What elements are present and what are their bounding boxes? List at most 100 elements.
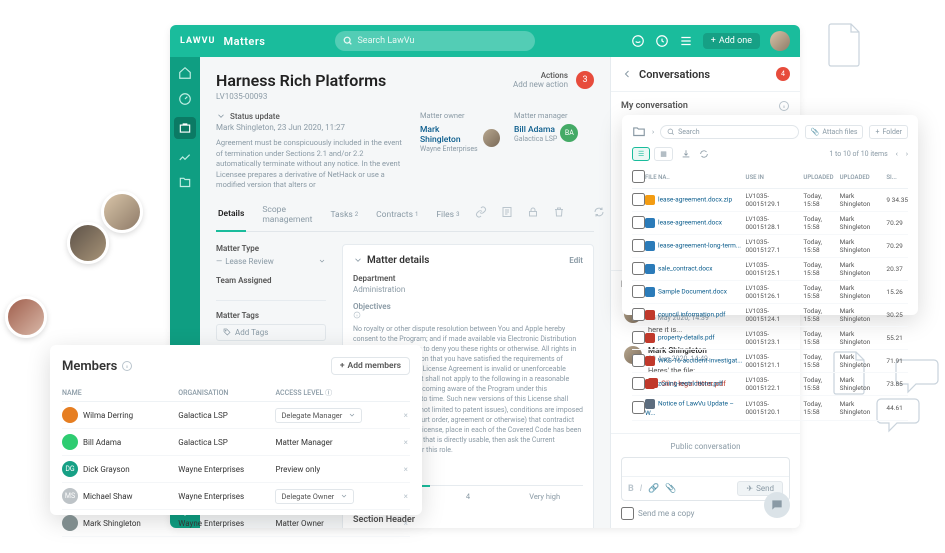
refresh-icon[interactable] bbox=[699, 149, 709, 159]
file-row[interactable]: Sample Document.docx LV1035-00015126.1To… bbox=[632, 281, 908, 304]
trash-icon[interactable] bbox=[553, 205, 565, 219]
file-name: sale_contract.docx bbox=[658, 265, 713, 273]
access-level: Matter Manager bbox=[275, 438, 332, 447]
new-folder-button[interactable]: + Folder bbox=[869, 125, 908, 139]
chevron-left-icon[interactable] bbox=[621, 68, 633, 80]
files-search[interactable]: Search bbox=[660, 125, 799, 139]
nav-analytics-icon[interactable] bbox=[177, 149, 193, 165]
file-ref: LV1035-00015127.1 bbox=[746, 235, 804, 258]
remove-member-icon[interactable]: × bbox=[404, 483, 410, 510]
file-by: Mark Shingleton bbox=[840, 235, 887, 258]
nav-files-icon[interactable] bbox=[177, 175, 193, 191]
file-row[interactable]: council information.pdf LV1035-00015124.… bbox=[632, 304, 908, 327]
tag-icon bbox=[223, 328, 231, 336]
file-checkbox[interactable] bbox=[632, 377, 645, 390]
team-value[interactable] bbox=[216, 289, 326, 301]
file-by: Mark Shingleton bbox=[840, 373, 887, 396]
member-name[interactable]: Mark Shingleton bbox=[83, 519, 141, 528]
file-checkbox[interactable] bbox=[632, 331, 645, 344]
tab-files[interactable]: Files3 bbox=[434, 205, 461, 231]
info-icon[interactable] bbox=[778, 100, 790, 112]
reply-input[interactable]: B I 🔗 📎 ✈Send bbox=[621, 457, 790, 501]
file-checkbox[interactable] bbox=[632, 354, 645, 367]
file-row[interactable]: lease-agreement-long-term... LV1035-0001… bbox=[632, 235, 908, 258]
remove-member-icon[interactable]: × bbox=[404, 510, 410, 537]
member-name[interactable]: Michael Shaw bbox=[83, 492, 133, 501]
member-name[interactable]: Wilma Derring bbox=[83, 411, 133, 420]
file-by: Mark Shingleton bbox=[840, 212, 887, 235]
file-checkbox[interactable] bbox=[632, 308, 645, 321]
file-checkbox[interactable] bbox=[632, 285, 645, 298]
info-icon[interactable] bbox=[121, 360, 133, 372]
user-avatar[interactable] bbox=[770, 31, 790, 51]
file-row[interactable]: lease-agreement.docx LV1035-00015128.1To… bbox=[632, 212, 908, 235]
tab-contracts[interactable]: Contracts1 bbox=[374, 205, 420, 231]
nav-home-icon[interactable] bbox=[177, 65, 193, 81]
italic-icon[interactable]: I bbox=[640, 484, 642, 494]
chevron-down-icon[interactable] bbox=[353, 255, 363, 265]
remove-member-icon[interactable]: × bbox=[404, 402, 410, 429]
tab-tasks[interactable]: Tasks2 bbox=[328, 205, 360, 231]
file-row[interactable]: WKS-16-accident-investigat... LV1035-000… bbox=[632, 350, 908, 373]
file-size: 44.61 bbox=[886, 396, 908, 421]
member-name[interactable]: Dick Grayson bbox=[83, 465, 130, 474]
file-checkbox[interactable] bbox=[632, 216, 645, 229]
add-tags-input[interactable]: Add Tags bbox=[216, 324, 326, 341]
bold-icon[interactable]: B bbox=[628, 484, 634, 494]
status-label[interactable]: Status update bbox=[230, 112, 280, 121]
attach-files-button[interactable]: 📎 Attach files bbox=[805, 125, 864, 139]
nav-dashboard-icon[interactable] bbox=[177, 91, 193, 107]
next-page-icon[interactable]: › bbox=[906, 150, 908, 158]
manager-name[interactable]: Bill Adama bbox=[514, 125, 557, 135]
access-level-select[interactable]: Delegate Manager bbox=[275, 408, 362, 423]
invoice-icon[interactable] bbox=[501, 205, 513, 219]
file-row[interactable]: zoning-restrictions.pdf LV1035-00015122.… bbox=[632, 373, 908, 396]
file-row[interactable]: sale_contract.docx LV1035-00015125.1Toda… bbox=[632, 258, 908, 281]
chevron-down-icon[interactable] bbox=[216, 111, 226, 121]
tab-details[interactable]: Details bbox=[216, 205, 246, 232]
actions-badge[interactable]: 3 bbox=[576, 71, 594, 89]
file-checkbox[interactable] bbox=[632, 262, 645, 275]
file-row[interactable]: property-details.pdf LV1035-00015123.1To… bbox=[632, 327, 908, 350]
remove-member-icon[interactable]: × bbox=[404, 429, 410, 456]
attach-icon[interactable]: 📎 bbox=[665, 484, 676, 494]
download-icon[interactable] bbox=[681, 149, 691, 159]
global-search[interactable]: Search LawVu bbox=[335, 31, 535, 51]
tab-scope[interactable]: Scope management bbox=[260, 205, 314, 231]
decor-avatar-1 bbox=[101, 191, 143, 233]
grid-view-button[interactable]: ▦ bbox=[654, 147, 673, 161]
file-ref: LV1035-00015122.1 bbox=[746, 373, 804, 396]
refresh-icon[interactable] bbox=[593, 205, 605, 219]
prev-page-icon[interactable]: ‹ bbox=[896, 150, 898, 158]
member-name[interactable]: Bill Adama bbox=[83, 438, 121, 447]
member-org: Galactica LSP bbox=[178, 402, 275, 429]
matter-type-value[interactable]: — Lease Review bbox=[216, 257, 326, 266]
file-checkbox[interactable] bbox=[632, 401, 645, 414]
remove-member-icon[interactable]: × bbox=[404, 456, 410, 483]
edit-button[interactable]: Edit bbox=[569, 256, 583, 265]
add-one-button[interactable]: +Add one bbox=[703, 33, 760, 49]
file-checkbox[interactable] bbox=[632, 239, 645, 252]
clock-icon[interactable] bbox=[655, 34, 669, 48]
link-icon[interactable]: 🔗 bbox=[648, 484, 659, 494]
lock-icon[interactable] bbox=[527, 205, 539, 219]
nav-matters-icon[interactable] bbox=[174, 117, 196, 139]
owner-name[interactable]: Mark Shingleton bbox=[420, 125, 480, 145]
add-members-button[interactable]: + Add members bbox=[331, 357, 410, 375]
file-checkbox[interactable] bbox=[632, 193, 645, 206]
actions-sub[interactable]: Add new action bbox=[513, 80, 568, 89]
access-level-select[interactable]: Delegate Owner bbox=[275, 489, 354, 504]
reply-tab[interactable]: Public conversation bbox=[621, 442, 790, 451]
link-icon[interactable] bbox=[475, 205, 487, 219]
chat-fab[interactable] bbox=[764, 492, 790, 518]
files-popup: › Search 📎 Attach files + Folder ☰ ▦ 1 t… bbox=[622, 115, 918, 315]
list-view-button[interactable]: ☰ bbox=[632, 147, 650, 161]
file-ref: LV1035-00015126.1 bbox=[746, 281, 804, 304]
file-row[interactable]: Notice of LawVu Update – W... LV1035-000… bbox=[632, 396, 908, 421]
file-date: Today, 15:58 bbox=[803, 373, 839, 396]
file-row[interactable]: lease-agreement.docx.zip LV1035-00015129… bbox=[632, 189, 908, 212]
chat-icon[interactable] bbox=[631, 34, 645, 48]
select-all-checkbox[interactable] bbox=[632, 170, 645, 183]
menu-icon[interactable] bbox=[679, 34, 693, 48]
app-title: Matters bbox=[223, 35, 265, 48]
